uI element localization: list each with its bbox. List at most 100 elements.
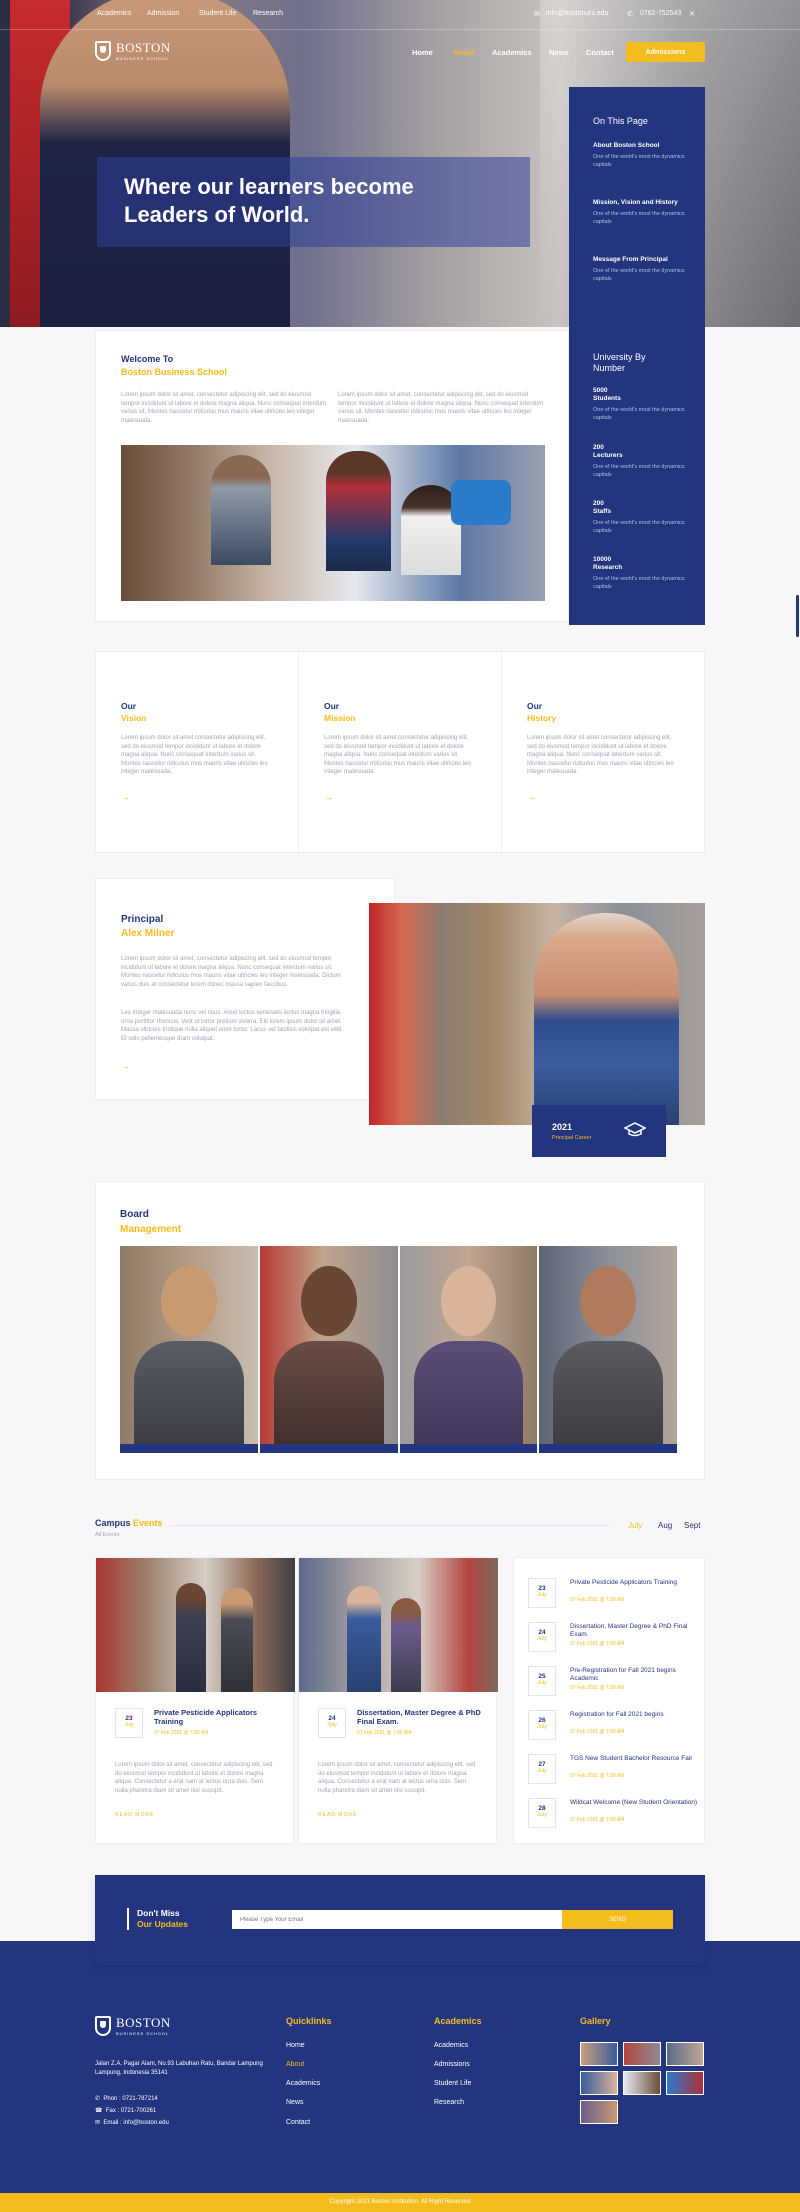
board-member-3[interactable] (400, 1246, 537, 1453)
on-this-page-sidebar: On This Page About Boston School One of … (569, 87, 705, 625)
event-month: July (537, 1680, 547, 1686)
event-title: Pre-Registration for Fall 2021 begins Ac… (570, 1667, 676, 1682)
topbar-link-student-life[interactable]: Student Life (199, 10, 236, 17)
list-item[interactable]: 28 July Wildcat Welcome (New Student Orie… (528, 1798, 698, 1832)
topbar-phone[interactable]: 0762-752543 (640, 10, 681, 17)
event-month: July (537, 1812, 547, 1818)
hero-title: Where our learners become Leaders of Wor… (124, 174, 414, 227)
fax-icon: ☎ (95, 2108, 103, 2114)
list-item[interactable]: 26 July Registration for Fall 2021 begins… (528, 1710, 698, 1744)
read-more-link[interactable]: READ MORE (115, 1812, 154, 1818)
arrow-right-icon[interactable]: → (324, 792, 333, 802)
gallery-thumb-3[interactable] (666, 2042, 704, 2066)
shield-logo-icon (95, 2015, 111, 2036)
sidebar-link-mission[interactable]: Mission, Vision and History One of the w… (593, 199, 693, 226)
site-footer: BOSTON BUSINESS SCHOOL Jalan Z.A. Pagar … (0, 1941, 800, 2193)
footer-link-academics-2[interactable]: Academics (434, 2042, 468, 2049)
stat-label: Students (593, 395, 621, 402)
phone-icon: ✆ (627, 11, 633, 18)
footer-link-news[interactable]: News (286, 2099, 304, 2106)
gallery-thumb-6[interactable] (666, 2071, 704, 2095)
topbar-link-research[interactable]: Research (253, 10, 283, 17)
copyright-bar: Copyright 2021 Boston Institution. All R… (0, 2193, 800, 2212)
nav-about[interactable]: About (453, 48, 475, 57)
month-tab-aug[interactable]: Aug (658, 1521, 672, 1530)
event-title: TGS New Student Bachelor Resource Fair (570, 1755, 693, 1762)
footer-logo[interactable]: BOSTON BUSINESS SCHOOL (95, 2015, 171, 2036)
nav-academics[interactable]: Academics (492, 48, 532, 57)
site-logo[interactable]: BOSTON BUSINESS SCHOOL (95, 40, 171, 61)
divider (127, 1908, 129, 1930)
stats-title: University By Number (593, 352, 646, 373)
nav-home[interactable]: Home (412, 48, 433, 57)
newsletter-line-1: Don't Miss (137, 1908, 180, 1918)
gallery-thumb-1[interactable] (580, 2042, 618, 2066)
card-text: Lorem ipsum dolor sit amet consectetur a… (527, 735, 674, 775)
vision-mission-history: Our Vision Lorem ipsum dolor sit amet con… (95, 651, 705, 853)
list-item[interactable]: 27 July TGS New Student Bachelor Resource… (528, 1754, 698, 1788)
event-time: 07 Feb 2021 @ 7:00 AM (570, 1641, 625, 1647)
footer-link-contact[interactable]: Contact (286, 2119, 310, 2126)
event-title[interactable]: Dissertation, Master Degree & PhD Final … (357, 1708, 482, 1726)
gallery-thumb-4[interactable] (580, 2071, 618, 2095)
footer-link-home[interactable]: Home (286, 2042, 305, 2049)
topbar-link-admission[interactable]: Admission (147, 10, 179, 17)
gallery-heading: Gallery (580, 2016, 611, 2026)
scrollbar-thumb[interactable] (796, 595, 799, 637)
footer-link-academics[interactable]: Academics (286, 2080, 320, 2087)
list-item[interactable]: 25 July Pre-Registration for Fall 2021 be… (528, 1666, 698, 1700)
footer-email[interactable]: Email : info@boston.edu (103, 2120, 168, 2126)
sidebar-link-message[interactable]: Message From Principal One of the world'… (593, 256, 693, 283)
all-events-link[interactable]: All Events (95, 1532, 119, 1538)
list-item[interactable]: 24 July Dissertation, Master Degree & PhD… (528, 1622, 698, 1656)
topbar-link-academics[interactable]: Academics (97, 10, 131, 17)
read-more-link[interactable]: READ MORE (318, 1812, 357, 1818)
footer-link-admissions[interactable]: Admissions (434, 2061, 470, 2068)
footer-link-research[interactable]: Research (434, 2099, 464, 2106)
arrow-right-icon[interactable]: → (527, 792, 536, 802)
gallery-thumb-5[interactable] (623, 2071, 661, 2095)
footer-link-about[interactable]: About (286, 2061, 304, 2068)
history-card: Our History Lorem ipsum dolor sit amet co… (502, 652, 704, 852)
nav-contact[interactable]: Contact (586, 48, 614, 57)
list-item[interactable]: 23 July Private Pesticide Applicators Tra… (528, 1578, 698, 1612)
mail-icon: ✉ (95, 2120, 101, 2126)
close-icon[interactable]: ✕ (689, 10, 695, 18)
card-text: Lorem ipsum dolor sit amet consectetur a… (324, 735, 471, 775)
board-member-1[interactable] (120, 1246, 258, 1453)
footer-email-row: ✉ Email : info@boston.edu (95, 2119, 169, 2126)
event-day: 24 (328, 1715, 336, 1722)
admissions-button[interactable]: Admissions (626, 42, 705, 62)
event-title[interactable]: Private Pesticide Applicators Training (154, 1708, 279, 1726)
event-card-2[interactable]: 24 July Dissertation, Master Degree & PhD… (298, 1557, 498, 1844)
welcome-paragraph-1: Lorem ipsum dolor sit amet, consectetur … (121, 392, 327, 424)
board-member-4[interactable] (539, 1246, 677, 1453)
send-button[interactable]: SEND (562, 1910, 673, 1929)
board-heading: Board Management (120, 1207, 181, 1237)
date-chip: 28 July (528, 1798, 556, 1828)
brand-name: BOSTON (116, 2015, 171, 2030)
arrow-right-icon[interactable]: → (121, 1061, 130, 1071)
board-member-2[interactable] (260, 1246, 398, 1453)
stat-number: 200 (593, 444, 604, 451)
event-day: 27 (538, 1761, 546, 1768)
event-time: 07 Feb 2021 @ 7:00 AM (154, 1730, 209, 1736)
stat-students: 5000 Students One of the world's most the… (593, 387, 693, 422)
nav-news[interactable]: News (549, 48, 569, 57)
graduation-cap-icon (624, 1122, 646, 1137)
topbar-email[interactable]: info@bostonuni.edu (546, 10, 608, 17)
gallery-thumb-2[interactable] (623, 2042, 661, 2066)
event-card-1[interactable]: 23 July Private Pesticide Applicators Tra… (95, 1557, 295, 1844)
arrow-right-icon[interactable]: → (121, 792, 130, 802)
card-prefix: Our (527, 701, 543, 711)
event-month: July (537, 1768, 547, 1774)
phone-icon: ✆ (95, 2096, 101, 2102)
month-tab-sept[interactable]: Sept (684, 1521, 700, 1530)
sidebar-link-about[interactable]: About Boston School One of the world's m… (593, 142, 693, 169)
gallery-thumb-7[interactable] (580, 2100, 618, 2124)
footer-link-student-life[interactable]: Student Life (434, 2080, 471, 2087)
email-input[interactable] (232, 1910, 562, 1929)
event-title: Private Pesticide Applicators Training (570, 1579, 677, 1586)
month-tab-july[interactable]: July (628, 1521, 642, 1530)
event-month: July (327, 1722, 337, 1728)
